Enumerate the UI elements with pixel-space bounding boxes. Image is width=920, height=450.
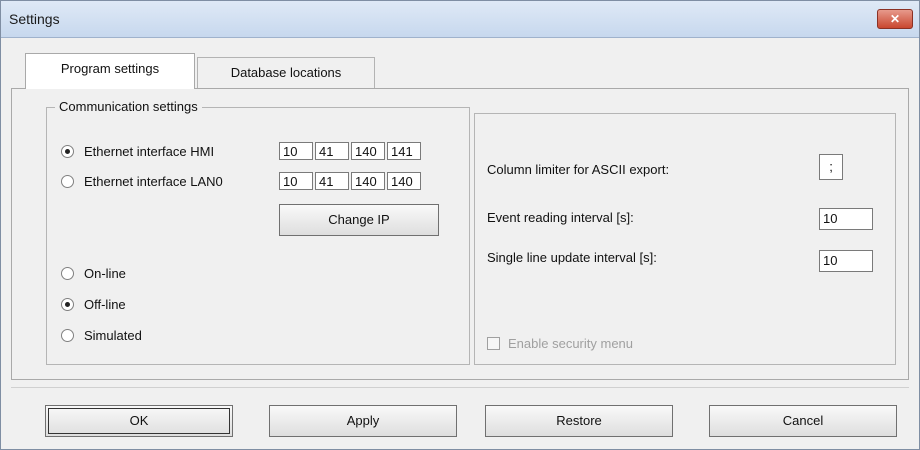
cancel-button[interactable]: Cancel [709, 405, 897, 437]
column-limiter-label: Column limiter for ASCII export: [487, 162, 670, 177]
ip-octet-input[interactable]: 41 [315, 142, 349, 160]
mode-online-radio[interactable]: On-line [61, 266, 126, 281]
interface-lan0-radio[interactable]: Ethernet interface LAN0 [61, 174, 223, 189]
mode-offline-label: Off-line [84, 297, 126, 312]
apply-button[interactable]: Apply [269, 405, 457, 437]
ip-octet-input[interactable]: 10 [279, 172, 313, 190]
event-interval-label: Event reading interval [s]: [487, 210, 634, 225]
tab-program-settings[interactable]: Program settings [25, 53, 195, 89]
communication-settings-legend: Communication settings [55, 99, 202, 114]
program-settings-panel: Communication settings Ethernet interfac… [11, 88, 909, 380]
change-ip-button[interactable]: Change IP [279, 204, 439, 236]
mode-simulated-radio[interactable]: Simulated [61, 328, 142, 343]
ip-octet-input[interactable]: 140 [351, 142, 385, 160]
interface-lan0-label: Ethernet interface LAN0 [84, 174, 223, 189]
ip-octet-input[interactable]: 140 [351, 172, 385, 190]
tab-label: Database locations [230, 65, 342, 80]
tab-label: Program settings [60, 61, 160, 76]
radio-checked-icon [61, 145, 74, 158]
title-bar: Settings ✕ [1, 1, 919, 38]
communication-settings-group: Communication settings Ethernet interfac… [46, 99, 470, 365]
radio-unchecked-icon [61, 267, 74, 280]
radio-checked-icon [61, 298, 74, 311]
ip-octet-input[interactable]: 141 [387, 142, 421, 160]
ok-button[interactable]: OK [45, 405, 233, 437]
interface-hmi-radio[interactable]: Ethernet interface HMI [61, 144, 214, 159]
enable-security-menu-label: Enable security menu [508, 336, 634, 351]
ip-octet-input[interactable]: 41 [315, 172, 349, 190]
mode-online-label: On-line [84, 266, 126, 281]
button-separator [11, 387, 909, 388]
event-interval-input[interactable]: 10 [819, 208, 873, 230]
settings-window: Settings ✕ Program settings Database loc… [0, 0, 920, 450]
radio-unchecked-icon [61, 175, 74, 188]
hmi-ip-address: 10 41 140 141 [279, 142, 421, 160]
single-line-interval-label: Single line update interval [s]: [487, 250, 657, 265]
restore-button[interactable]: Restore [485, 405, 673, 437]
tab-database-locations[interactable]: Database locations [197, 57, 375, 88]
export-settings-group: Column limiter for ASCII export: ; Event… [474, 113, 896, 365]
enable-security-menu-checkbox: Enable security menu [487, 336, 633, 351]
checkbox-icon [487, 337, 500, 350]
lan0-ip-address: 10 41 140 140 [279, 172, 421, 190]
interface-hmi-label: Ethernet interface HMI [84, 144, 215, 159]
column-limiter-input[interactable]: ; [819, 154, 843, 180]
radio-unchecked-icon [61, 329, 74, 342]
mode-offline-radio[interactable]: Off-line [61, 297, 126, 312]
single-line-interval-input[interactable]: 10 [819, 250, 873, 272]
ip-octet-input[interactable]: 10 [279, 142, 313, 160]
ip-octet-input[interactable]: 140 [387, 172, 421, 190]
window-title: Settings [9, 11, 60, 27]
mode-simulated-label: Simulated [84, 328, 142, 343]
close-icon[interactable]: ✕ [877, 9, 913, 29]
